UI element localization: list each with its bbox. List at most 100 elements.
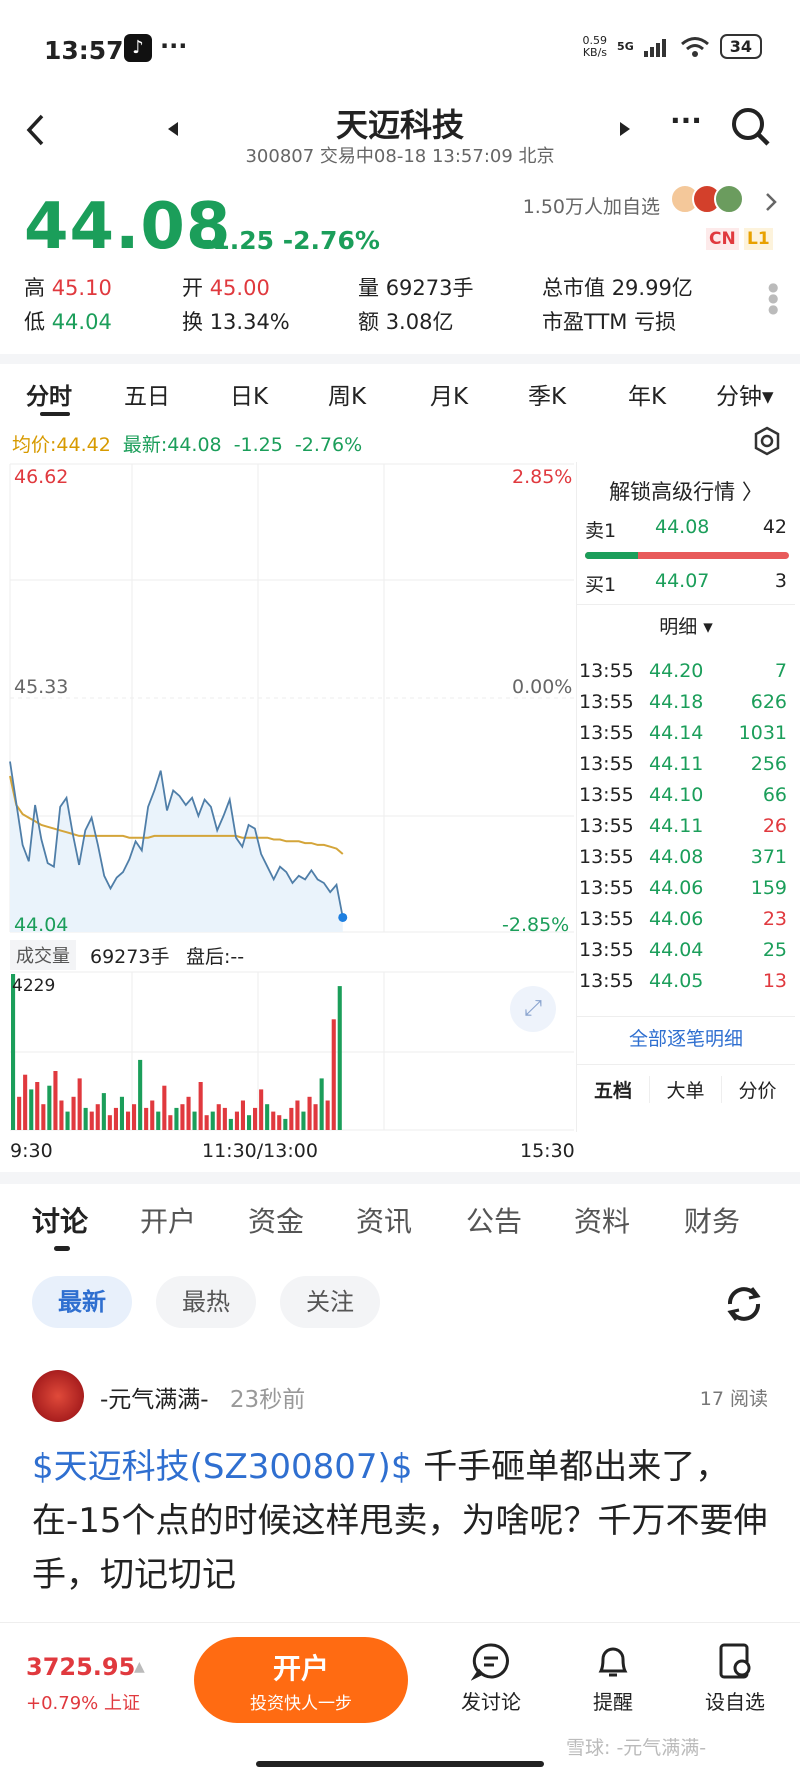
chart-period-tabs: 分时 五日 日K 周K 月K 季K 年K 分钟▾: [0, 354, 800, 424]
trade-qty: 66: [762, 784, 787, 806]
volume-bar: [17, 1096, 22, 1130]
search-icon[interactable]: [730, 106, 772, 148]
axis-mid-price: 45.33: [14, 676, 69, 698]
tab-monthly[interactable]: 月K: [430, 377, 468, 411]
tab-daily[interactable]: 日K: [230, 377, 268, 411]
volume-bar: [331, 1019, 336, 1130]
tab-yearly[interactable]: 年K: [628, 377, 666, 411]
tab-weekly[interactable]: 周K: [328, 377, 366, 411]
open-account-button[interactable]: 开户 投资快人一步: [194, 1637, 408, 1723]
filter-hot[interactable]: 最热: [156, 1276, 256, 1328]
volume-bar: [204, 1115, 209, 1130]
volume-bar: [265, 1104, 270, 1130]
volume-bar: [11, 974, 16, 1130]
settings-icon[interactable]: [752, 426, 782, 456]
bid-fill: [585, 552, 639, 559]
volume-bar: [144, 1107, 149, 1130]
stats-more-icon[interactable]: ● ● ●: [768, 281, 778, 315]
subtab-price-dist[interactable]: 分价: [721, 1076, 793, 1103]
tab-announcements[interactable]: 公告: [466, 1200, 522, 1240]
tab-intraday[interactable]: 分时: [26, 377, 72, 411]
index-value[interactable]: 3725.95: [26, 1653, 135, 1681]
volume-bar: [35, 1082, 40, 1130]
stock-subtitle: 300807 交易中08-18 13:57:09 北京: [245, 146, 555, 167]
price-area: [10, 761, 343, 932]
refresh-icon[interactable]: [722, 1282, 766, 1326]
unlock-advanced-quotes[interactable]: 解锁高级行情 〉: [577, 476, 795, 510]
volume-bar: [301, 1111, 306, 1130]
trade-qty: 25: [762, 939, 787, 961]
detail-dropdown[interactable]: 明细 ▾: [577, 612, 795, 646]
tab-news[interactable]: 资讯: [356, 1200, 412, 1240]
chart-grid: [9, 463, 574, 1131]
volume-bar: [53, 1071, 58, 1130]
trade-price: 44.06: [649, 877, 704, 899]
time-label-start: 9:30: [10, 1140, 53, 1162]
post-content[interactable]: $天迈科技(SZ300807)$ 千手砸单都出来了，在-15个点的时候这样甩卖，…: [32, 1440, 772, 1602]
chevron-right-icon[interactable]: [764, 192, 778, 212]
followers-count[interactable]: 1.50万人加自选: [523, 192, 660, 219]
tab-discuss[interactable]: 讨论: [32, 1200, 88, 1240]
volume-bar: [259, 1089, 264, 1130]
trade-row: 13:55 44.08 371: [577, 846, 795, 880]
chat-bubble-icon: [470, 1643, 509, 1681]
tab-financials[interactable]: 财务: [684, 1200, 740, 1240]
volume-bar: [253, 1107, 258, 1130]
volume-bar: [277, 1115, 282, 1130]
expand-chart-icon[interactable]: ⤢: [510, 986, 556, 1032]
index-up-icon: ▲: [134, 1659, 145, 1675]
battery-indicator: 34: [719, 34, 762, 59]
volume-bar: [271, 1111, 276, 1130]
post-discussion-button[interactable]: 发讨论: [446, 1641, 536, 1715]
tab-5day[interactable]: 五日: [124, 377, 170, 411]
tab-profile[interactable]: 资料: [574, 1200, 630, 1240]
trade-time: 13:55: [579, 691, 634, 713]
filter-latest[interactable]: 最新: [32, 1276, 132, 1328]
avatar: [714, 184, 744, 214]
trade-qty: 626: [750, 691, 787, 713]
bell-icon: [598, 1647, 628, 1677]
volume-bar: [186, 1096, 191, 1130]
discuss-tab-indicator: [54, 1246, 70, 1251]
axis-top-pct: 2.85%: [512, 466, 573, 488]
filter-following[interactable]: 关注: [280, 1276, 380, 1328]
all-trade-details-link[interactable]: 全部逐笔明细: [577, 1024, 795, 1058]
trade-row: 13:55 44.05 13: [577, 970, 795, 1004]
volume-bar: [240, 1100, 245, 1130]
watchlist-icon: [719, 1643, 751, 1679]
volume-bar: [150, 1100, 155, 1130]
trade-time: 13:55: [579, 753, 634, 775]
subtab-five-levels[interactable]: 五档: [577, 1076, 649, 1103]
stat-open: 开 45.00: [182, 276, 270, 300]
network-label: 5G: [617, 40, 634, 53]
post-stock-tag[interactable]: $天迈科技(SZ300807)$: [32, 1447, 412, 1487]
home-indicator: [256, 1761, 544, 1767]
watermark: 雪球: -元气满满-: [566, 1737, 707, 1759]
tab-minute[interactable]: 分钟▾: [716, 377, 774, 411]
tab-quarterly[interactable]: 季K: [528, 377, 566, 411]
tab-funds[interactable]: 资金: [248, 1200, 304, 1240]
more-menu-icon[interactable]: ···: [670, 104, 702, 137]
stat-market-cap: 总市值 29.99亿: [542, 276, 693, 300]
trade-price: 44.14: [649, 722, 704, 744]
next-stock-icon[interactable]: [618, 120, 632, 138]
trade-row: 13:55 44.10 66: [577, 784, 795, 818]
trade-qty: 371: [750, 846, 787, 868]
volume-bar: [107, 1115, 112, 1130]
post-username[interactable]: -元气满满-: [100, 1387, 209, 1413]
add-watchlist-button[interactable]: 设自选: [690, 1641, 780, 1715]
volume-bar: [168, 1115, 173, 1130]
trade-price: 44.08: [649, 846, 704, 868]
remind-button[interactable]: 提醒: [568, 1641, 658, 1715]
tab-open-account[interactable]: 开户: [140, 1200, 196, 1240]
trade-time: 13:55: [579, 877, 634, 899]
intraday-chart[interactable]: [8, 462, 576, 1132]
index-change: +0.79% 上证: [26, 1693, 140, 1714]
trade-time: 13:55: [579, 660, 634, 682]
price-layer: [9, 761, 348, 932]
volume-bar: [180, 1104, 185, 1130]
stat-volume: 量 69273手: [358, 276, 474, 300]
user-avatar[interactable]: [32, 1370, 84, 1422]
follower-avatars[interactable]: [670, 184, 744, 214]
subtab-big-orders[interactable]: 大单: [649, 1076, 721, 1103]
